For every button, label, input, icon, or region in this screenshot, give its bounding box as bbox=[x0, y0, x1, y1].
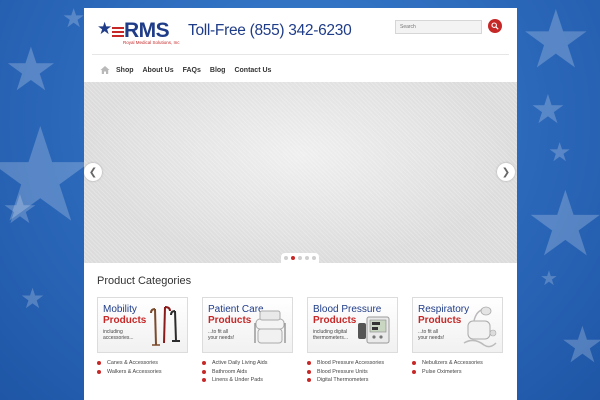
bullet-icon bbox=[202, 361, 206, 366]
category-link-text[interactable]: Pulse Oximeters bbox=[422, 368, 462, 377]
slider-dot[interactable] bbox=[305, 256, 309, 260]
category-links-blood-pressure: Blood Pressure Accessories Blood Pressur… bbox=[307, 359, 398, 385]
bullet-icon bbox=[412, 361, 416, 366]
logo-flag-stripes bbox=[112, 27, 124, 39]
category-link-text[interactable]: Canes & Accessories bbox=[107, 359, 158, 368]
category-links-mobility: Canes & Accessories Walkers & Accessorie… bbox=[97, 359, 188, 376]
category-links-respiratory: Nebulizers & Accessories Pulse Oximeters bbox=[412, 359, 503, 376]
category-link-text[interactable]: Blood Pressure Units bbox=[317, 368, 368, 377]
category-link-text[interactable]: Walkers & Accessories bbox=[107, 368, 162, 377]
category-card-mobility: Mobility Products including accessories.… bbox=[97, 297, 188, 376]
rms-logo[interactable]: ★ RMS Royal Medical Solutions, Inc bbox=[97, 19, 180, 49]
category-link[interactable]: Linens & Under Pads bbox=[202, 376, 293, 385]
category-link[interactable]: Pulse Oximeters bbox=[412, 368, 503, 377]
slider-next-button[interactable]: ❯ bbox=[497, 163, 515, 181]
header-divider bbox=[92, 54, 509, 55]
card-title-line2: Products bbox=[103, 314, 147, 326]
slider-dot[interactable] bbox=[284, 256, 288, 260]
category-banner-patient-care[interactable]: Patient Care Products ...to fit all your… bbox=[202, 297, 293, 353]
category-link[interactable]: Bathroom Aids bbox=[202, 368, 293, 377]
bullet-icon bbox=[307, 369, 311, 374]
card-subtitle: including digital thermometers... bbox=[313, 329, 349, 341]
category-link-text[interactable]: Linens & Under Pads bbox=[212, 376, 263, 385]
star-decoration: ★ bbox=[62, 4, 86, 34]
category-link[interactable]: Active Daily Living Aids bbox=[202, 359, 293, 368]
star-decoration: ★ bbox=[548, 138, 572, 168]
card-subtitle: ...to fit all your needs! bbox=[418, 329, 445, 341]
category-link-text[interactable]: Digital Thermometers bbox=[317, 376, 368, 385]
category-link[interactable]: Blood Pressure Units bbox=[307, 368, 398, 377]
nav-item-about-us[interactable]: About Us bbox=[143, 67, 174, 74]
bullet-icon bbox=[97, 369, 101, 374]
bullet-icon bbox=[412, 369, 416, 374]
hero-slider: ❮ ❯ bbox=[84, 82, 517, 263]
nebulizer-image bbox=[463, 306, 497, 348]
category-link-text[interactable]: Nebulizers & Accessories bbox=[422, 359, 483, 368]
search-input[interactable] bbox=[395, 20, 482, 34]
main-nav: Shop About Us FAQs Blog Contact Us bbox=[100, 63, 280, 77]
category-link-text[interactable]: Blood Pressure Accessories bbox=[317, 359, 384, 368]
bullet-icon bbox=[202, 378, 206, 383]
bullet-icon bbox=[307, 361, 311, 366]
star-decoration: ★ bbox=[520, 0, 592, 86]
category-link-text[interactable]: Active Daily Living Aids bbox=[212, 359, 267, 368]
category-card-respiratory: Respiratory Products ...to fit all your … bbox=[412, 297, 503, 376]
category-link[interactable]: Canes & Accessories bbox=[97, 359, 188, 368]
slider-dot[interactable] bbox=[298, 256, 302, 260]
category-banner-blood-pressure[interactable]: Blood Pressure Products including digita… bbox=[307, 297, 398, 353]
slider-prev-button[interactable]: ❮ bbox=[84, 163, 102, 181]
star-decoration: ★ bbox=[540, 266, 558, 290]
tollfree-phone: Toll-Free (855) 342-6230 bbox=[188, 22, 352, 39]
product-categories-heading: Product Categories bbox=[97, 275, 192, 287]
star-decoration: ★ bbox=[4, 35, 58, 105]
chevron-right-icon: ❯ bbox=[501, 166, 511, 178]
search-icon bbox=[491, 22, 499, 30]
chevron-left-icon: ❮ bbox=[88, 166, 98, 178]
category-link[interactable]: Nebulizers & Accessories bbox=[412, 359, 503, 368]
bullet-icon bbox=[307, 378, 311, 383]
category-card-patient-care: Patient Care Products ...to fit all your… bbox=[202, 297, 293, 385]
star-decoration: ★ bbox=[560, 316, 600, 374]
card-title: Mobility Products bbox=[103, 304, 147, 326]
page-container: ★ RMS Royal Medical Solutions, Inc Toll-… bbox=[84, 8, 517, 400]
card-title-line1: Mobility bbox=[103, 304, 137, 315]
star-decoration: ★ bbox=[20, 282, 46, 315]
slider-dot[interactable] bbox=[312, 256, 316, 260]
canes-image bbox=[150, 306, 180, 346]
search-button[interactable] bbox=[488, 19, 502, 33]
logo-subtitle: Royal Medical Solutions, Inc bbox=[123, 40, 180, 45]
star-decoration: ★ bbox=[530, 87, 566, 133]
star-decoration: ★ bbox=[2, 187, 38, 233]
home-icon[interactable] bbox=[100, 65, 110, 75]
logo-star-icon: ★ bbox=[97, 19, 113, 39]
category-link[interactable]: Walkers & Accessories bbox=[97, 368, 188, 377]
blood-pressure-monitor-image bbox=[358, 316, 390, 344]
nav-item-shop[interactable]: Shop bbox=[116, 67, 134, 74]
category-card-blood-pressure: Blood Pressure Products including digita… bbox=[307, 297, 398, 385]
slider-dot[interactable] bbox=[291, 256, 295, 260]
category-link[interactable]: Blood Pressure Accessories bbox=[307, 359, 398, 368]
toilet-seat-image bbox=[254, 310, 286, 344]
category-link[interactable]: Digital Thermometers bbox=[307, 376, 398, 385]
card-subtitle: including accessories... bbox=[103, 329, 134, 341]
category-links-patient-care: Active Daily Living Aids Bathroom Aids L… bbox=[202, 359, 293, 385]
category-link-text[interactable]: Bathroom Aids bbox=[212, 368, 247, 377]
bullet-icon bbox=[202, 369, 206, 374]
nav-item-contact-us[interactable]: Contact Us bbox=[234, 67, 271, 74]
slider-pagination bbox=[281, 253, 319, 263]
nav-item-faqs[interactable]: FAQs bbox=[183, 67, 201, 74]
card-subtitle: ...to fit all your needs! bbox=[208, 329, 235, 341]
category-banner-mobility[interactable]: Mobility Products including accessories.… bbox=[97, 297, 188, 353]
category-banner-respiratory[interactable]: Respiratory Products ...to fit all your … bbox=[412, 297, 503, 353]
star-decoration: ★ bbox=[525, 172, 600, 277]
bullet-icon bbox=[97, 361, 101, 366]
nav-item-blog[interactable]: Blog bbox=[210, 67, 226, 74]
